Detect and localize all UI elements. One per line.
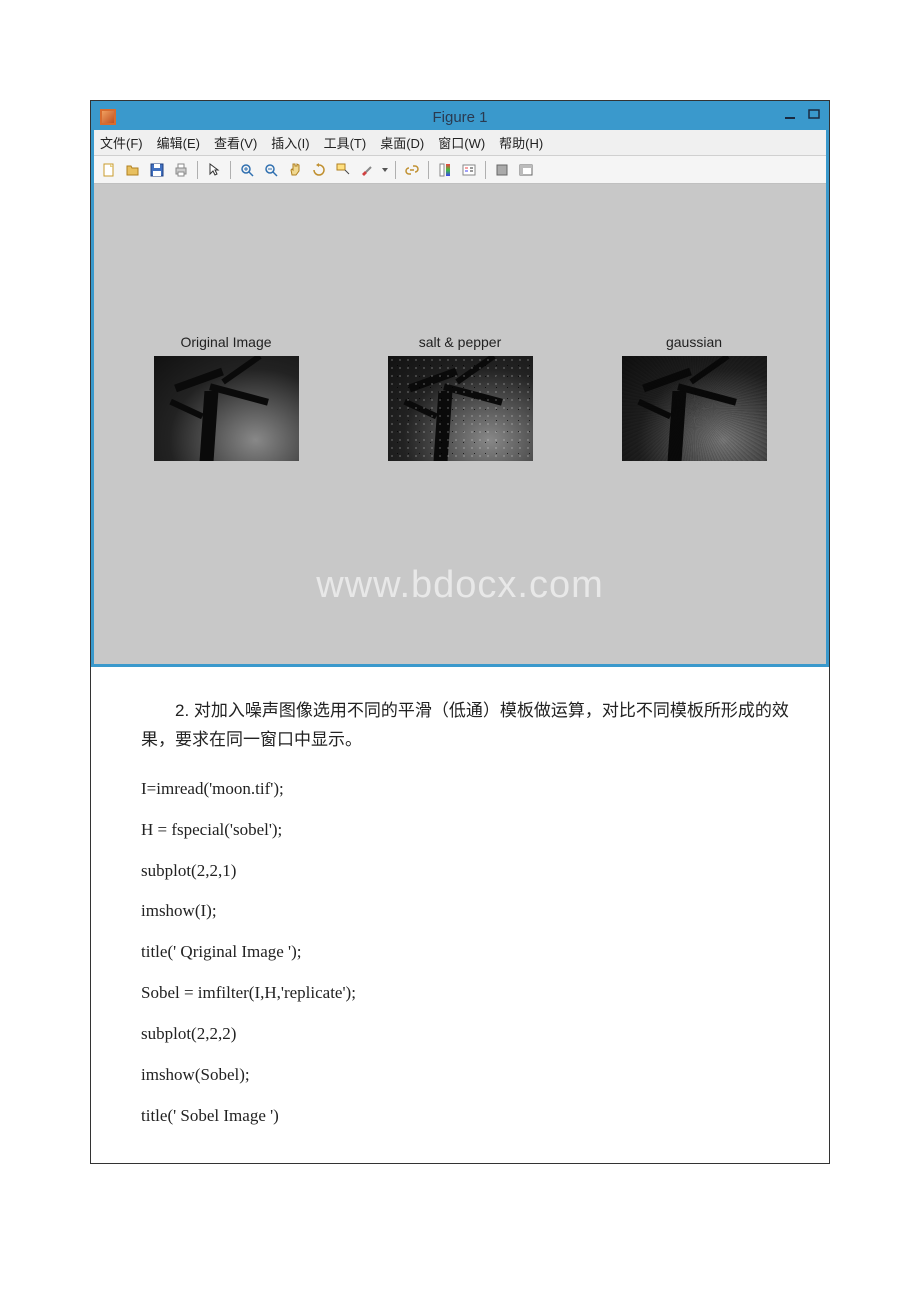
- code-line: subplot(2,2,1): [141, 857, 799, 886]
- separator: [230, 161, 231, 179]
- document-text: 2. 对加入噪声图像选用不同的平滑（低通）模板做运算，对比不同模板所形成的效果，…: [91, 667, 829, 1163]
- menu-view[interactable]: 查看(V): [214, 133, 257, 152]
- print-icon[interactable]: [170, 159, 192, 181]
- subplot-title: gaussian: [614, 334, 774, 350]
- minimize-button[interactable]: [782, 106, 798, 122]
- menu-tools[interactable]: 工具(T): [324, 133, 367, 152]
- figure-canvas: Original Image salt & pepper: [94, 184, 826, 664]
- code-line: H = fspecial('sobel');: [141, 816, 799, 845]
- legend-icon[interactable]: [458, 159, 480, 181]
- code-line: title(' Sobel Image '): [141, 1102, 799, 1131]
- subplot-title: salt & pepper: [380, 334, 540, 350]
- code-line: Sobel = imfilter(I,H,'replicate');: [141, 979, 799, 1008]
- question-2: 2. 对加入噪声图像选用不同的平滑（低通）模板做运算，对比不同模板所形成的效果，…: [141, 697, 799, 755]
- code-line: I=imread('moon.tif');: [141, 775, 799, 804]
- menubar: 文件(F) 编辑(E) 查看(V) 插入(I) 工具(T) 桌面(D) 窗口(W…: [94, 130, 826, 156]
- pointer-icon[interactable]: [203, 159, 225, 181]
- window-title: Figure 1: [94, 109, 826, 126]
- separator: [197, 161, 198, 179]
- code-line: title(' Qriginal Image ');: [141, 938, 799, 967]
- hide-tools-icon[interactable]: [491, 159, 513, 181]
- zoom-out-icon[interactable]: [260, 159, 282, 181]
- subplot-title: Original Image: [146, 334, 306, 350]
- maximize-button[interactable]: [806, 106, 822, 122]
- code-line: subplot(2,2,2): [141, 1020, 799, 1049]
- titlebar: Figure 1: [94, 104, 826, 130]
- new-icon[interactable]: [98, 159, 120, 181]
- subplot-3: gaussian: [614, 334, 774, 461]
- colorbar-icon[interactable]: [434, 159, 456, 181]
- toolbar: [94, 156, 826, 184]
- code-line: imshow(Sobel);: [141, 1061, 799, 1090]
- salt-pepper-image: [388, 356, 533, 461]
- save-icon[interactable]: [146, 159, 168, 181]
- zoom-in-icon[interactable]: [236, 159, 258, 181]
- subplot-2: salt & pepper: [380, 334, 540, 461]
- menu-desktop[interactable]: 桌面(D): [380, 133, 424, 152]
- rotate-icon[interactable]: [308, 159, 330, 181]
- original-image: [154, 356, 299, 461]
- menu-window[interactable]: 窗口(W): [438, 133, 485, 152]
- code-line: imshow(I);: [141, 897, 799, 926]
- separator: [485, 161, 486, 179]
- open-icon[interactable]: [122, 159, 144, 181]
- brush-icon[interactable]: [356, 159, 378, 181]
- menu-insert[interactable]: 插入(I): [271, 133, 309, 152]
- pan-icon[interactable]: [284, 159, 306, 181]
- menu-file[interactable]: 文件(F): [100, 133, 143, 152]
- link-icon[interactable]: [401, 159, 423, 181]
- data-cursor-icon[interactable]: [332, 159, 354, 181]
- gaussian-image: [622, 356, 767, 461]
- dropdown-icon[interactable]: [380, 159, 390, 181]
- separator: [395, 161, 396, 179]
- show-tools-icon[interactable]: [515, 159, 537, 181]
- menu-edit[interactable]: 编辑(E): [157, 133, 200, 152]
- menu-help[interactable]: 帮助(H): [499, 133, 543, 152]
- window-controls: [782, 106, 822, 122]
- figure-window: Figure 1 文件(F) 编辑(E) 查看(V) 插入(I) 工具(T) 桌…: [91, 101, 829, 667]
- separator: [428, 161, 429, 179]
- watermark: www.bdocx.com: [94, 564, 826, 607]
- subplot-1: Original Image: [146, 334, 306, 461]
